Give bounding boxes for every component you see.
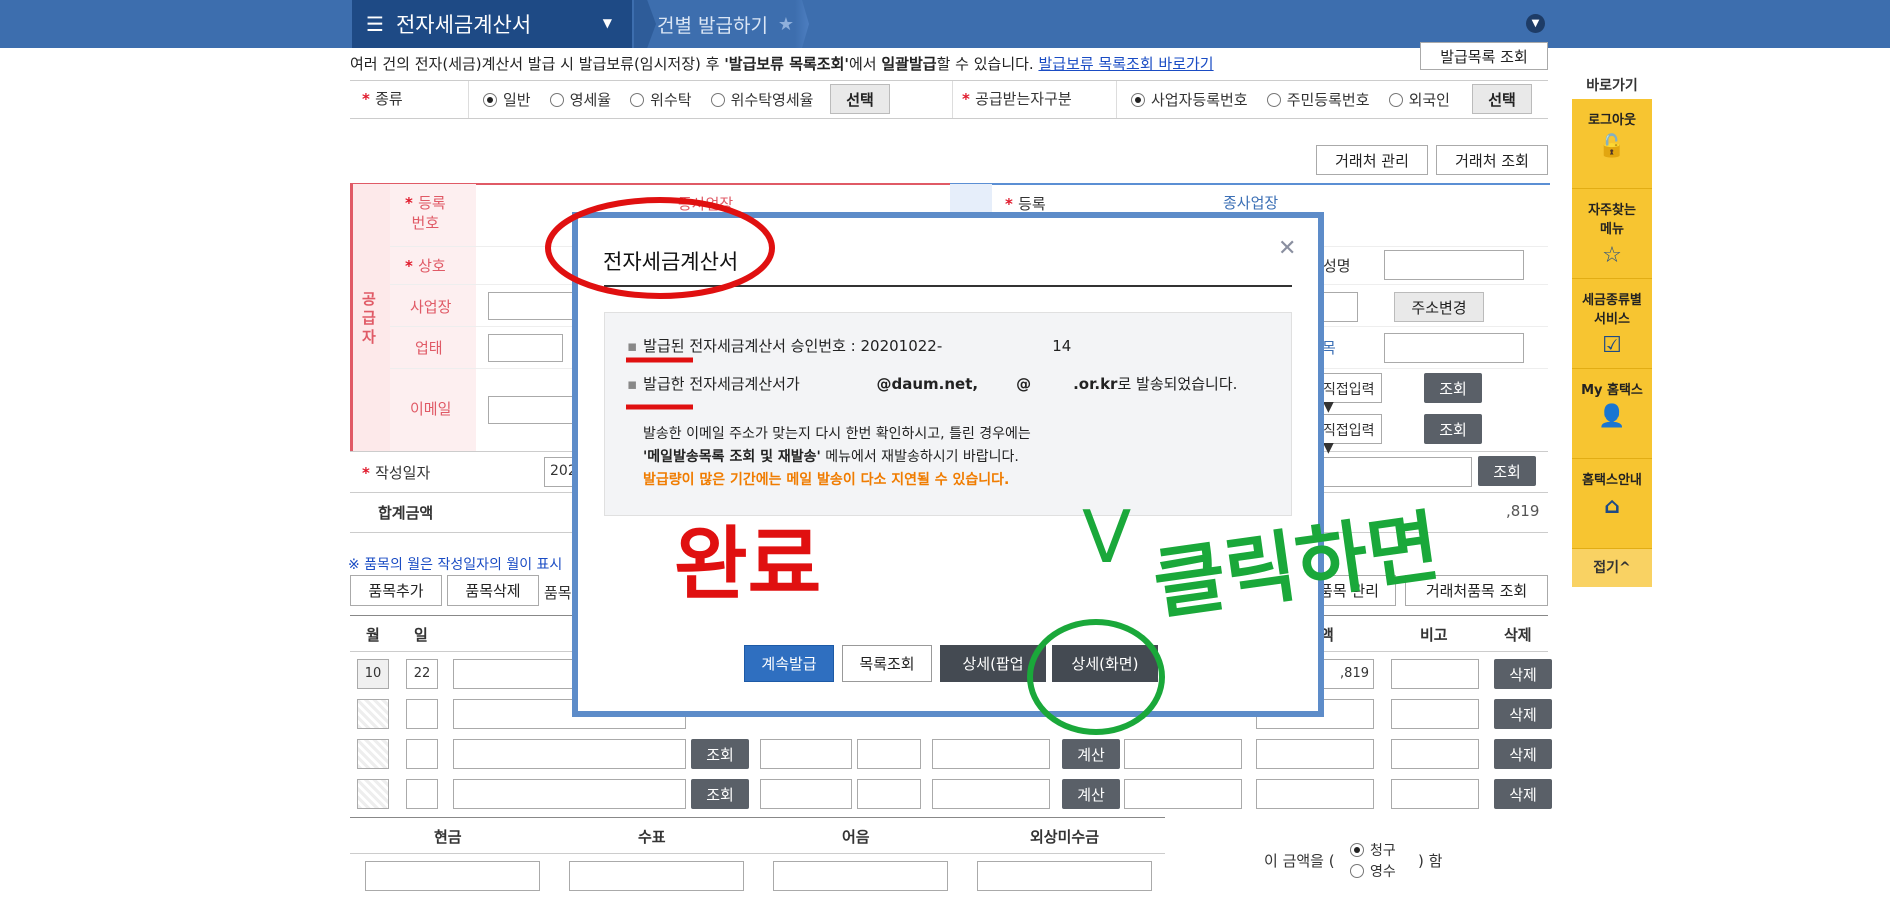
annotation-overlay: 완료 V 클릭하면 bbox=[545, 197, 1445, 735]
check-annotation: V bbox=[1082, 495, 1131, 579]
title-circle-annotation bbox=[545, 197, 775, 299]
click-annotation: 클릭하면 bbox=[1148, 502, 1445, 631]
done-annotation: 완료 bbox=[674, 518, 821, 611]
button-circle-annotation bbox=[1027, 619, 1165, 735]
